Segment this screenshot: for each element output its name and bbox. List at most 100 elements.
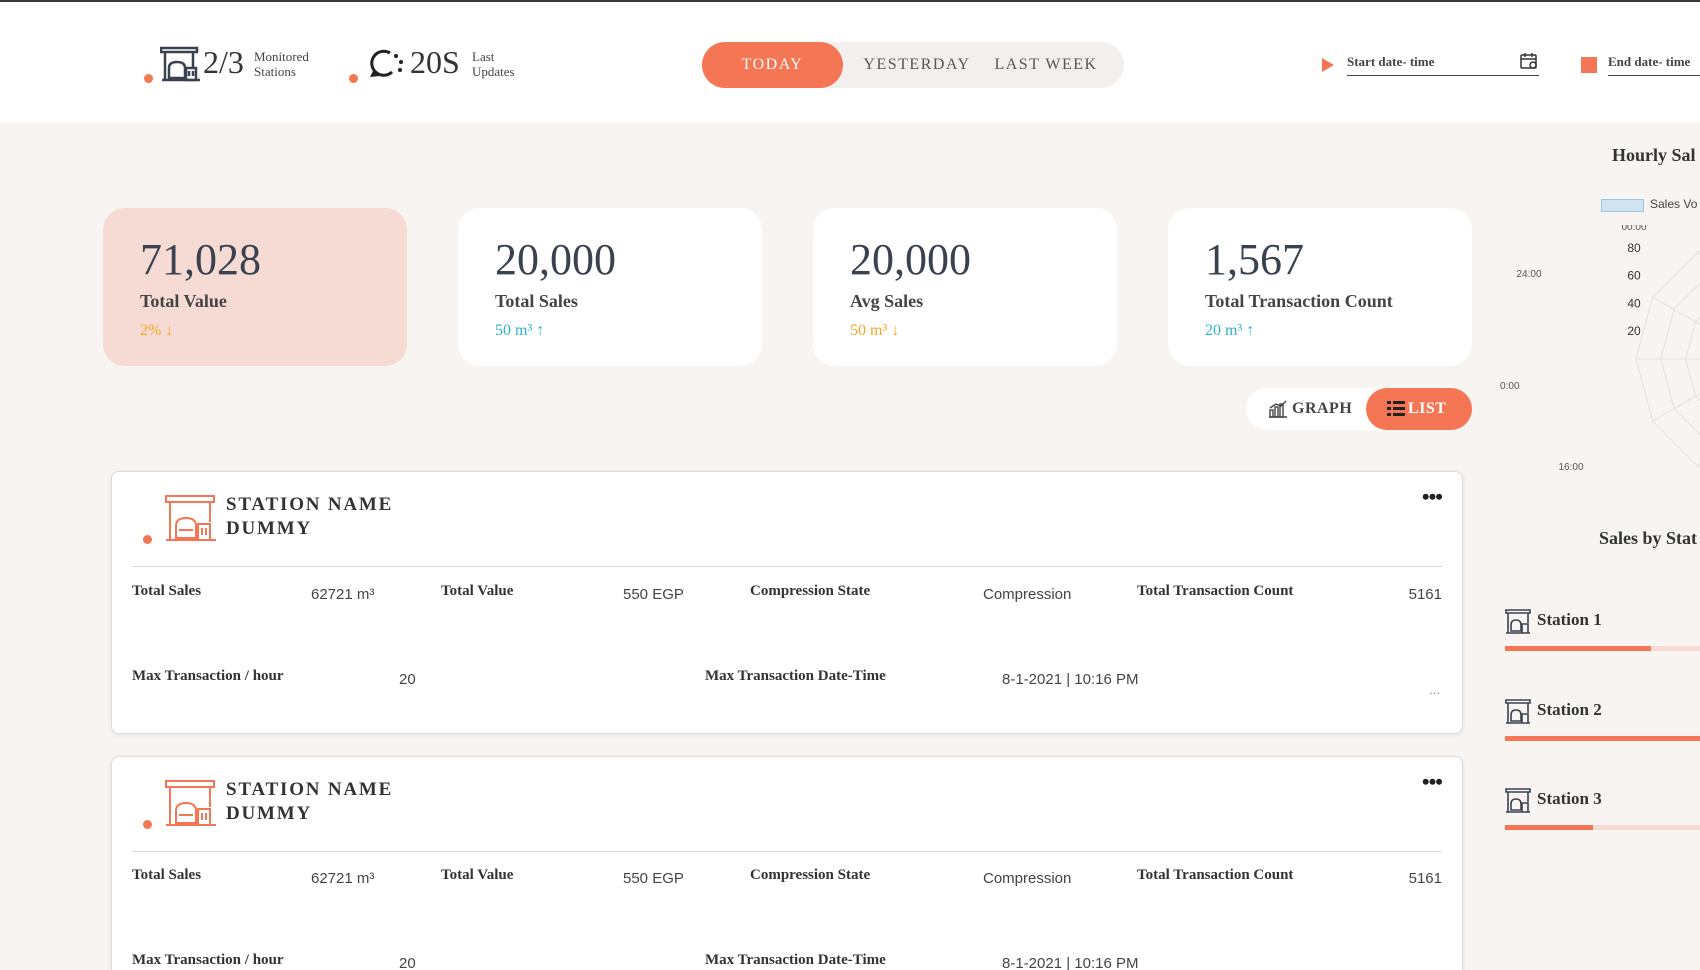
field-label: Compression State	[750, 583, 871, 599]
kpi-value: 20,000	[495, 235, 616, 284]
field-value: Compression	[983, 586, 1072, 603]
field-label: Max Transaction Date-Time	[705, 668, 886, 684]
radar-spoke	[1652, 296, 1700, 325]
monitored-count: 2/3	[203, 44, 244, 80]
field-label: Max Transaction Date-Time	[705, 952, 886, 968]
kpi-label: Total Transaction Count	[1205, 291, 1393, 311]
gas-station-icon	[165, 780, 216, 826]
field-label: Max Transaction / hour	[132, 668, 284, 684]
station-bar-label: Station 1	[1537, 610, 1602, 629]
tab-yesterday[interactable]: YESTERDAY	[862, 42, 972, 88]
station-bar-track	[1505, 825, 1700, 830]
field-value: 5161	[1408, 870, 1442, 887]
station-bar-label: Station 3	[1537, 789, 1602, 808]
end-date-marker	[1581, 57, 1597, 73]
expand-ellipsis[interactable]: ...	[1429, 682, 1440, 697]
station-bar-track	[1505, 736, 1700, 741]
gas-station-icon	[1505, 699, 1531, 724]
hourly-sales-radar-chart: 20 40 60 80 00:00 24:00 20:00 16:00	[1500, 225, 1700, 473]
end-date-underline	[1608, 75, 1700, 76]
field-label: Max Transaction / hour	[132, 952, 284, 968]
field-label: Total Sales	[132, 583, 202, 599]
refresh-icon	[370, 49, 403, 77]
list-icon	[1387, 401, 1405, 416]
list-view-button[interactable]: LIST	[1366, 388, 1472, 430]
legend-swatch	[1601, 199, 1644, 212]
gas-station-icon	[1505, 788, 1531, 813]
field-label: Total Transaction Count	[1137, 867, 1294, 883]
last-updates-label: Last Updates	[472, 49, 515, 79]
gas-station-icon	[1505, 609, 1531, 634]
kpi-change: 50 m³ ↑	[495, 322, 545, 339]
station-card: STATION NAME DUMMY ••• Total Sales 62721…	[111, 471, 1463, 734]
radar-ring-label: 40	[1627, 296, 1641, 310]
station-bar-track	[1505, 646, 1700, 651]
kpi-label: Total Sales	[495, 291, 578, 311]
field-value: 20	[399, 671, 416, 688]
field-label: Compression State	[750, 867, 871, 883]
play-icon	[1322, 58, 1334, 72]
sales-by-station-title: Sales by Stat	[1599, 528, 1698, 548]
station-bar-label: Station 2	[1537, 700, 1602, 719]
station-bar-fill	[1505, 646, 1651, 651]
radar-hour-label: 00:00	[1621, 225, 1646, 233]
radar-spoke	[1652, 393, 1700, 422]
tab-last-week[interactable]: LAST WEEK	[986, 42, 1106, 88]
period-tabs: TODAY YESTERDAY LAST WEEK	[702, 42, 1124, 88]
hourly-sales-title: Hourly Sal	[1612, 145, 1696, 165]
kpi-change: 50 m³ ↓	[850, 322, 900, 339]
graph-view-button[interactable]: GRAPH	[1268, 388, 1368, 430]
bar-chart-icon	[1269, 400, 1287, 418]
radar-hour-label: 24:00	[1516, 269, 1541, 280]
more-dots-icon[interactable]: •••	[1422, 484, 1443, 510]
field-value: 62721 m³	[311, 870, 375, 887]
calendar-icon[interactable]	[1520, 52, 1538, 70]
start-date-input[interactable]: Start date- time	[1347, 54, 1434, 70]
field-label: Total Value	[441, 583, 514, 599]
last-update-seconds: 20S	[410, 44, 460, 80]
field-value: 20	[399, 955, 416, 970]
kpi-card-avg-sales: 20,000 Avg Sales 50 m³ ↓	[813, 208, 1117, 366]
divider	[132, 851, 1442, 852]
field-label: Total Sales	[132, 867, 202, 883]
field-value: 550 EGP	[623, 870, 684, 887]
field-value: Compression	[983, 870, 1072, 887]
gas-station-icon	[160, 46, 200, 82]
station-name: STATION NAME DUMMY	[226, 779, 394, 824]
status-dot	[144, 74, 153, 83]
field-value: 8-1-2021 | 10:16 PM	[1002, 955, 1139, 970]
field-label: Total Transaction Count	[1137, 583, 1294, 599]
kpi-value: 71,028	[140, 235, 261, 284]
tab-today[interactable]: TODAY	[702, 42, 843, 88]
status-dot	[143, 820, 152, 829]
radar-ring-label: 60	[1627, 269, 1641, 283]
kpi-card-total-sales: 20,000 Total Sales 50 m³ ↑	[458, 208, 762, 366]
status-dot	[143, 535, 152, 544]
kpi-change: 2% ↓	[140, 322, 174, 339]
divider	[132, 566, 1442, 567]
field-value: 550 EGP	[623, 586, 684, 603]
kpi-label: Avg Sales	[850, 291, 924, 311]
kpi-value: 20,000	[850, 235, 971, 284]
radar-ring-label: 20	[1627, 324, 1641, 338]
gas-station-icon	[165, 495, 216, 541]
field-value: 8-1-2021 | 10:16 PM	[1002, 671, 1139, 688]
more-dots-icon[interactable]: •••	[1422, 769, 1443, 795]
station-card: STATION NAME DUMMY ••• Total Sales 62721…	[111, 756, 1463, 970]
legend-label: Sales Vo	[1650, 197, 1698, 211]
kpi-card-transaction-count: 1,567 Total Transaction Count 20 m³ ↑	[1168, 208, 1472, 366]
field-label: Total Value	[441, 867, 514, 883]
kpi-label: Total Value	[140, 291, 227, 311]
start-date-underline	[1347, 75, 1539, 76]
station-bar-fill	[1505, 825, 1593, 830]
kpi-change: 20 m³ ↑	[1205, 322, 1255, 339]
top-header: 2/3 Monitored Stations 20S Last Updates …	[0, 2, 1700, 123]
station-name: STATION NAME DUMMY	[226, 494, 394, 539]
end-date-input[interactable]: End date- time	[1608, 54, 1690, 70]
station-bar-fill	[1505, 736, 1700, 741]
view-toggle: GRAPH LIST	[1246, 388, 1472, 430]
kpi-card-total-value: 71,028 Total Value 2% ↓	[103, 208, 407, 366]
field-value: 62721 m³	[311, 586, 375, 603]
kpi-value: 1,567	[1205, 235, 1304, 284]
radar-ring-label: 80	[1627, 241, 1641, 255]
